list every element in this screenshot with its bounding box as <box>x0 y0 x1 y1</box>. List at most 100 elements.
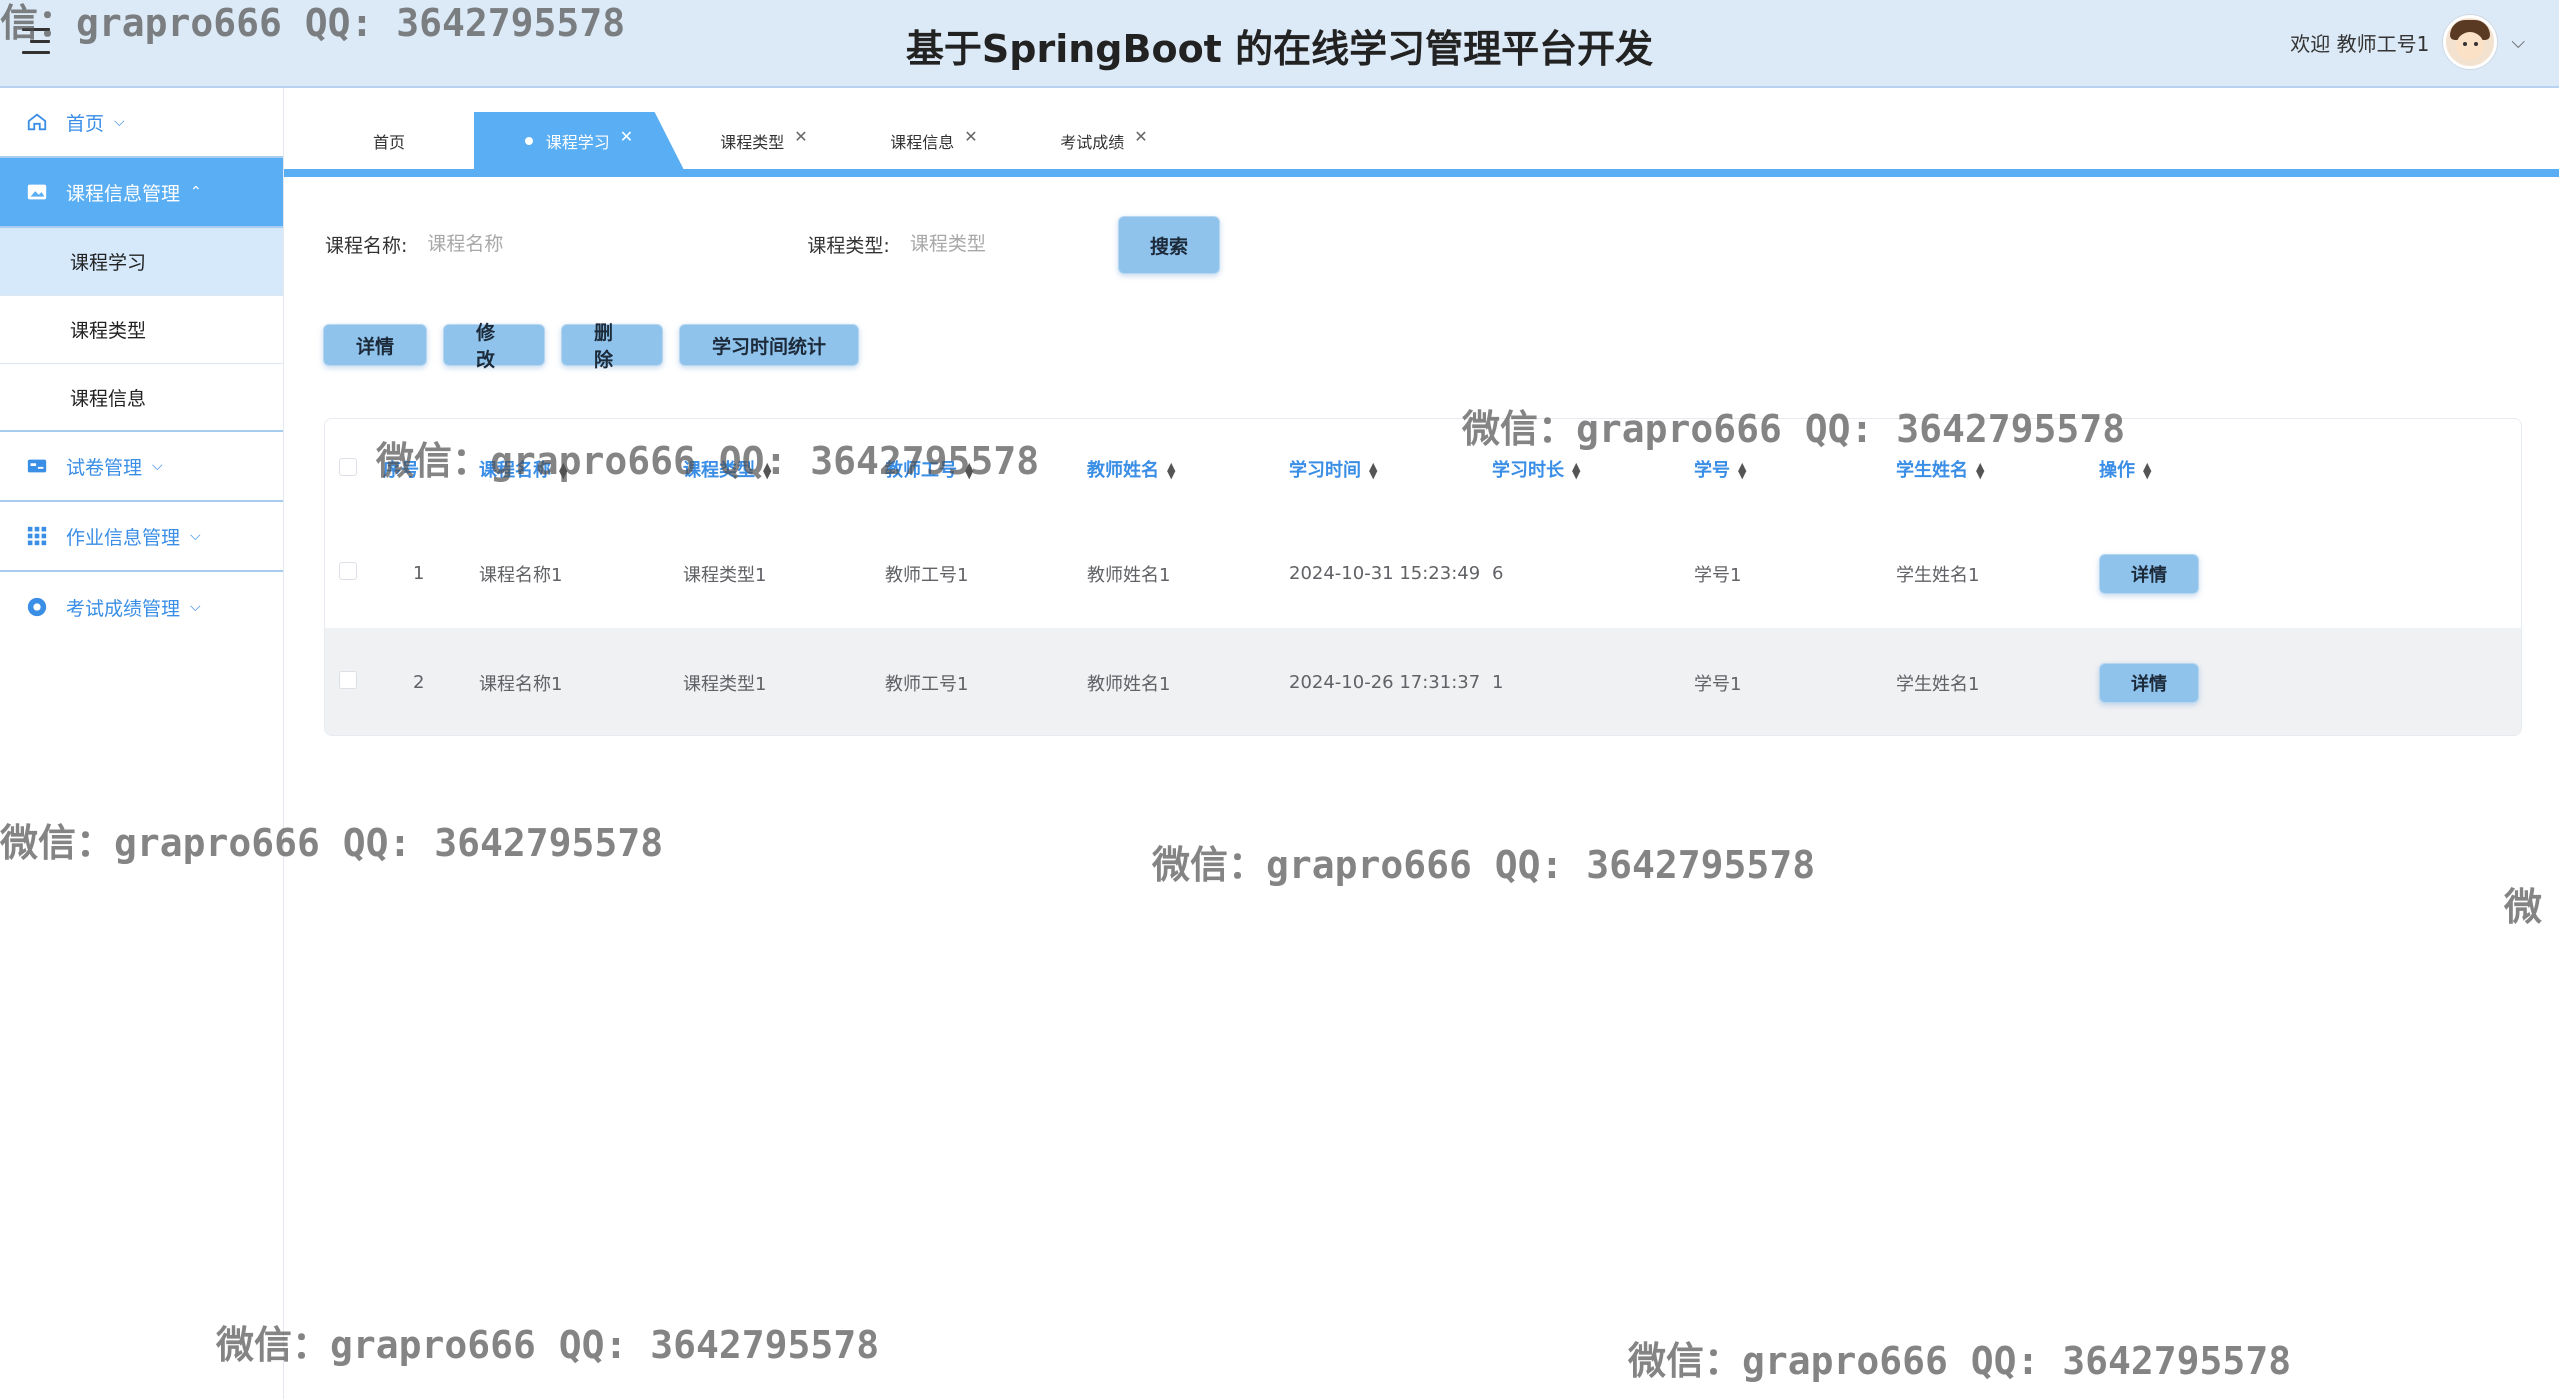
cell-index: 1 <box>413 563 425 584</box>
column-header-teacher-name[interactable]: 教师姓名 ▲ ▼ <box>1087 419 1289 519</box>
sidebar-subitem-course-type[interactable]: 课程类型 <box>0 296 283 364</box>
delete-button[interactable]: 删除 <box>561 322 663 371</box>
sidebar-subitem-course-info[interactable]: 课程信息 <box>0 364 283 432</box>
edit-button[interactable]: 修改 <box>443 322 545 371</box>
row-checkbox[interactable] <box>339 562 357 580</box>
tab-label: 课程学习 <box>545 133 610 152</box>
table-row[interactable]: 2 课程名称1 课程类型1 教师工号1 教师姓名1 2024-10-26 17:… <box>325 628 2521 735</box>
chevron-down-icon: ⌵ <box>152 458 163 474</box>
top-header: 基于SpringBoot 的在线学习管理平台开发 欢迎 教师工号1 ⌵ <box>0 0 2559 88</box>
chevron-down-icon[interactable]: ⌵ <box>2511 32 2525 53</box>
tab-label: 课程信息 <box>890 133 955 152</box>
column-header-course-name[interactable]: 课程名称 ▲ ▼ <box>479 419 683 519</box>
close-icon[interactable]: ✕ <box>964 127 977 146</box>
sidebar-item-homework[interactable]: 作业信息管理 ⌵ <box>0 502 283 572</box>
sort-icon[interactable]: ▲ ▼ <box>2143 461 2151 480</box>
sort-icon[interactable]: ▲ ▼ <box>1738 461 1746 480</box>
sort-icon[interactable]: ▲ ▼ <box>1976 461 1984 480</box>
sidebar-item-label: 首页 <box>66 112 105 135</box>
sidebar: 首页 ⌵ 课程信息管理 ⌃ 课程学习 课程类型 课程信息 试卷管理 ⌵ 作业信息… <box>0 88 284 1399</box>
tab-bar: 首页 课程学习 ✕ 课程类型 ✕ 课程信息 ✕ 考试成绩 ✕ <box>284 112 2559 172</box>
sidebar-subitem-label: 课程信息 <box>70 387 147 410</box>
sidebar-item-label: 考试成绩管理 <box>66 597 181 620</box>
active-dot-icon <box>524 137 533 145</box>
sort-icon[interactable]: ▲ ▼ <box>1167 461 1175 480</box>
cell-duration: 6 <box>1492 563 1504 584</box>
sidebar-subitem-course-study[interactable]: 课程学习 <box>0 228 283 296</box>
table-row[interactable]: 1 课程名称1 课程类型1 教师工号1 教师姓名1 2024-10-31 15:… <box>325 519 2521 628</box>
search-button[interactable]: 搜索 <box>1118 216 1220 274</box>
sidebar-item-course-info[interactable]: 课程信息管理 ⌃ <box>0 158 283 228</box>
watermark-text: 微信：grapro666 QQ: 3642795578 <box>1628 1339 2292 1383</box>
action-toolbar: 详情 修改 删除 学习时间统计 <box>323 322 859 371</box>
cell-course-type: 课程类型1 <box>683 673 767 695</box>
sidebar-item-exam-paper[interactable]: 试卷管理 ⌵ <box>0 432 283 502</box>
course-type-input[interactable] <box>909 222 1150 266</box>
search-form: 课程名称: 课程类型: <box>325 212 1150 276</box>
cell-student-name: 学生姓名1 <box>1896 564 1980 586</box>
sidebar-item-home[interactable]: 首页 ⌵ <box>0 88 283 158</box>
home-icon <box>24 111 50 133</box>
cell-teacher-name: 教师姓名1 <box>1087 673 1171 695</box>
select-all-checkbox[interactable] <box>339 457 357 476</box>
row-detail-button[interactable]: 详情 <box>2099 662 2199 703</box>
close-icon[interactable]: ✕ <box>794 127 807 146</box>
column-header-study-time[interactable]: 学习时间 ▲ ▼ <box>1289 419 1492 519</box>
sidebar-item-exam-score[interactable]: 考试成绩管理 ⌵ <box>0 572 283 642</box>
page-title: 基于SpringBoot 的在线学习管理平台开发 <box>905 27 1654 71</box>
column-header-duration[interactable]: 学习时长 ▲ ▼ <box>1492 419 1694 519</box>
row-detail-button[interactable]: 详情 <box>2099 553 2199 594</box>
tab-course-type[interactable]: 课程类型 ✕ <box>684 112 844 170</box>
tab-exam-score[interactable]: 考试成绩 ✕ <box>1024 112 1184 170</box>
tab-label: 课程类型 <box>720 133 785 152</box>
cell-student-no: 学号1 <box>1694 673 1742 695</box>
row-checkbox[interactable] <box>339 671 357 689</box>
cell-duration: 1 <box>1492 672 1504 693</box>
sidebar-item-label: 课程信息管理 <box>66 182 181 205</box>
chevron-down-icon: ⌵ <box>190 599 201 615</box>
chevron-down-icon: ⌵ <box>190 528 201 544</box>
sidebar-item-label: 作业信息管理 <box>66 526 181 549</box>
image-icon <box>24 181 50 203</box>
column-header-student-name[interactable]: 学生姓名 ▲ ▼ <box>1896 419 2099 519</box>
column-header-student-no[interactable]: 学号 ▲ ▼ <box>1694 419 1896 519</box>
avatar[interactable] <box>2443 15 2498 69</box>
tab-label: 首页 <box>372 133 405 152</box>
cell-student-name: 学生姓名1 <box>1896 673 1980 695</box>
sort-icon[interactable]: ▲ ▼ <box>763 461 771 480</box>
sort-icon[interactable]: ▲ ▼ <box>1369 461 1377 480</box>
cell-study-time: 2024-10-26 17:31:37 <box>1289 672 1481 693</box>
watermark-text: 微信：grapro666 QQ: 3642795578 <box>1152 843 1816 887</box>
sidebar-subitem-label: 课程类型 <box>70 320 147 342</box>
cell-course-type: 课程类型1 <box>683 564 767 586</box>
course-name-input[interactable] <box>427 222 668 266</box>
chevron-up-icon: ⌃ <box>190 184 202 200</box>
cell-study-time: 2024-10-31 15:23:49 <box>1289 563 1481 584</box>
sort-icon[interactable]: ▲ ▼ <box>1572 461 1580 480</box>
detail-button[interactable]: 详情 <box>323 324 427 366</box>
course-type-label: 课程类型: <box>807 234 890 257</box>
tab-course-info[interactable]: 课程信息 ✕ <box>854 112 1014 170</box>
data-table: 序号 课程名称 ▲ ▼ 课程类型 ▲ ▼ 教师工号 ▲ ▼ 教师姓名 ▲ ▼ 学习时间 ▲ ▼ 学习… <box>324 418 2522 736</box>
close-icon[interactable]: ✕ <box>620 127 633 146</box>
watermark-text: 微 <box>2504 885 2543 929</box>
column-header-teacher-no[interactable]: 教师工号 ▲ ▼ <box>885 419 1087 519</box>
watermark-text: 微信：grapro666 QQ: 3642795578 <box>216 1323 880 1367</box>
card-icon <box>24 455 50 477</box>
column-header-course-type[interactable]: 课程类型 ▲ ▼ <box>683 419 885 519</box>
circle-icon <box>24 596 50 618</box>
close-icon[interactable]: ✕ <box>1134 127 1147 146</box>
column-header-index[interactable]: 序号 <box>383 419 479 519</box>
cell-teacher-no: 教师工号1 <box>885 673 969 695</box>
sort-icon[interactable]: ▲ ▼ <box>965 461 973 480</box>
sidebar-item-label: 试卷管理 <box>66 456 143 479</box>
sidebar-subitem-label: 课程学习 <box>70 252 147 274</box>
user-menu[interactable]: 欢迎 教师工号1 ⌵ <box>2290 14 2525 70</box>
welcome-text: 欢迎 教师工号1 <box>2290 31 2430 56</box>
column-header-operation[interactable]: 操作 ▲ ▼ <box>2099 419 2521 519</box>
sort-icon[interactable]: ▲ ▼ <box>559 461 567 480</box>
tab-course-study[interactable]: 课程学习 ✕ <box>474 112 684 170</box>
tab-home[interactable]: 首页 <box>334 112 444 170</box>
cell-student-no: 学号1 <box>1694 564 1742 586</box>
study-time-stats-button[interactable]: 学习时间统计 <box>679 324 859 366</box>
